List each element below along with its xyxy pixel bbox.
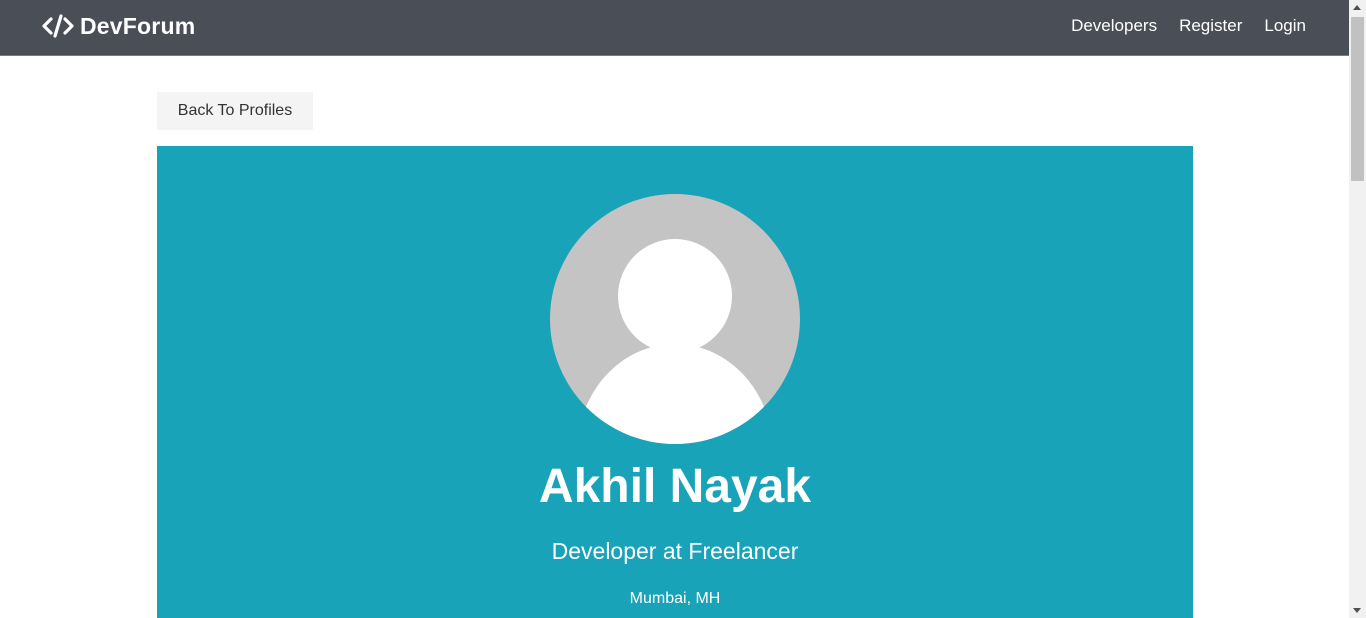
scrollbar-thumb[interactable]: [1351, 17, 1364, 181]
profile-header-card: Akhil Nayak Developer at Freelancer Mumb…: [157, 146, 1193, 618]
profile-name: Akhil Nayak: [538, 460, 812, 513]
scroll-up-arrow-icon[interactable]: [1353, 5, 1361, 10]
nav-links: Developers Register Login: [1071, 16, 1306, 36]
vertical-scrollbar[interactable]: [1349, 0, 1366, 618]
profile-location: Mumbai, MH: [629, 590, 721, 607]
profile-job-title: Developer at Freelancer: [551, 538, 799, 564]
nav-link-login[interactable]: Login: [1264, 16, 1306, 36]
user-avatar-icon: [550, 194, 800, 444]
nav-link-developers[interactable]: Developers: [1071, 16, 1157, 36]
scroll-down-arrow-icon[interactable]: [1353, 608, 1361, 613]
brand-link[interactable]: DevForum: [42, 12, 195, 40]
page: DevForum Developers Register Login Back …: [0, 0, 1366, 618]
brand-name: DevForum: [80, 12, 196, 39]
back-to-profiles-button[interactable]: Back To Profiles: [157, 92, 313, 130]
code-icon: [42, 14, 74, 38]
nav-link-register[interactable]: Register: [1179, 16, 1242, 36]
navbar: DevForum Developers Register Login: [0, 0, 1349, 56]
